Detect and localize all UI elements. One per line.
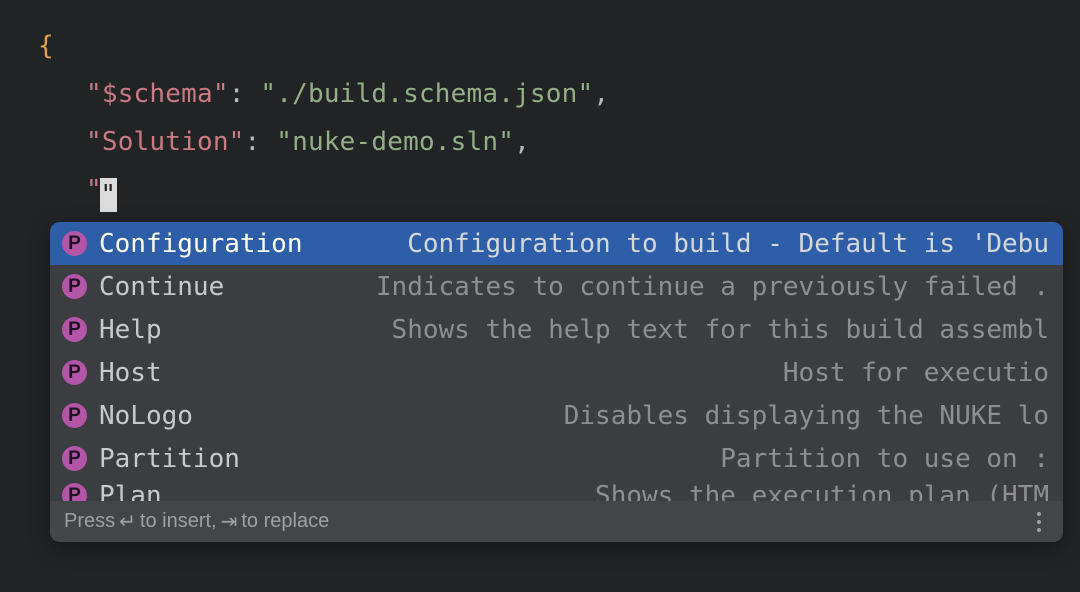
error-squiggle bbox=[105, 204, 127, 212]
suggestion-name: NoLogo bbox=[99, 401, 299, 431]
suggestion-desc: Indicates to continue a previously faile… bbox=[299, 272, 1049, 302]
brace-open: { bbox=[38, 31, 54, 61]
suggestion-item[interactable]: P Continue Indicates to continue a previ… bbox=[50, 265, 1063, 308]
enter-key-icon: ↵ bbox=[119, 509, 136, 534]
json-value: "./build.schema.json" bbox=[260, 79, 593, 109]
more-options-icon[interactable] bbox=[1029, 512, 1049, 532]
suggestion-item[interactable]: P Host Host for executio bbox=[50, 351, 1063, 394]
suggestion-desc: Shows the execution plan (HTM bbox=[299, 481, 1049, 502]
suggestion-name: Continue bbox=[99, 272, 299, 302]
suggestion-desc: Partition to use on : bbox=[299, 444, 1049, 474]
suggestion-item[interactable]: P NoLogo Disables displaying the NUKE lo bbox=[50, 394, 1063, 437]
suggestion-name: Plan bbox=[99, 481, 299, 502]
tab-key-icon: ⇥ bbox=[221, 509, 238, 534]
json-key: "$schema" bbox=[86, 79, 229, 109]
suggestion-item[interactable]: P Plan Shows the execution plan (HTM bbox=[50, 480, 1063, 501]
suggestion-list[interactable]: P Configuration Configuration to build -… bbox=[50, 222, 1063, 501]
code-line-2: "$schema": "./build.schema.json", bbox=[0, 70, 1080, 118]
popup-footer: Press ↵ to insert, ⇥ to replace bbox=[50, 501, 1063, 542]
footer-hint: Press ↵ to insert, ⇥ to replace bbox=[64, 509, 1029, 534]
hint-text: to replace bbox=[241, 510, 329, 533]
suggestion-desc: Shows the help text for this build assem… bbox=[299, 315, 1049, 345]
suggestion-name: Help bbox=[99, 315, 299, 345]
suggestion-name: Host bbox=[99, 358, 299, 388]
suggestion-desc: Disables displaying the NUKE lo bbox=[299, 401, 1049, 431]
suggestion-item[interactable]: P Partition Partition to use on : bbox=[50, 437, 1063, 480]
property-icon: P bbox=[62, 274, 87, 299]
property-icon: P bbox=[62, 231, 87, 256]
suggestion-desc: Configuration to build - Default is 'Deb… bbox=[303, 229, 1050, 259]
autocomplete-popup[interactable]: P Configuration Configuration to build -… bbox=[50, 222, 1063, 542]
hint-text: to insert, bbox=[140, 510, 217, 533]
property-icon: P bbox=[62, 360, 87, 385]
suggestion-name: Partition bbox=[99, 444, 299, 474]
property-icon: P bbox=[62, 403, 87, 428]
suggestion-item[interactable]: P Help Shows the help text for this buil… bbox=[50, 308, 1063, 351]
suggestion-item[interactable]: P Configuration Configuration to build -… bbox=[50, 222, 1063, 265]
code-line-3: "Solution": "nuke-demo.sln", bbox=[0, 118, 1080, 166]
suggestion-desc: Host for executio bbox=[299, 358, 1049, 388]
property-icon: P bbox=[62, 317, 87, 342]
json-key: "Solution" bbox=[86, 127, 245, 157]
hint-text: Press bbox=[64, 510, 115, 533]
suggestion-name: Configuration bbox=[99, 229, 303, 259]
property-icon: P bbox=[62, 446, 87, 471]
code-line-1: { bbox=[0, 22, 1080, 70]
property-icon: P bbox=[62, 483, 87, 501]
json-value: "nuke-demo.sln" bbox=[276, 127, 514, 157]
code-editor[interactable]: { "$schema": "./build.schema.json", "Sol… bbox=[0, 0, 1080, 592]
